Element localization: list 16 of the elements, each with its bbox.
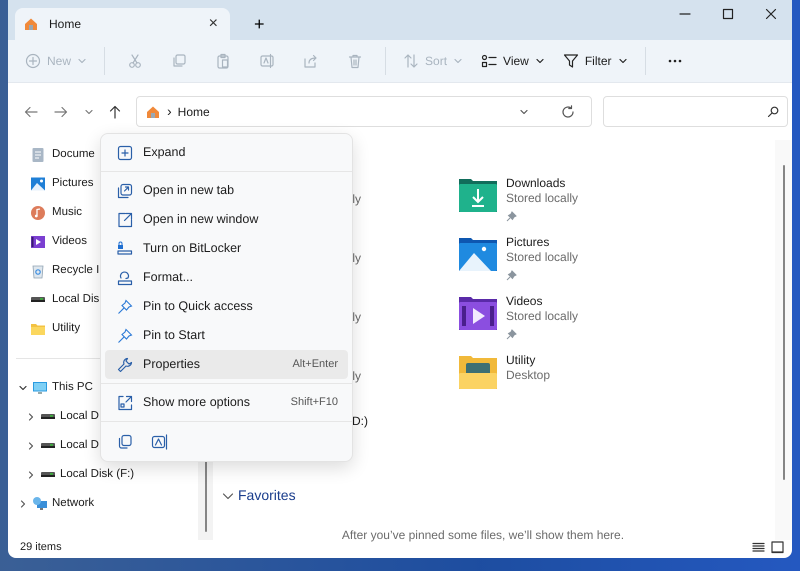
drive-name: D:) xyxy=(352,414,368,428)
item-subtitle: ly xyxy=(352,192,361,206)
folder-name: Downloads xyxy=(506,176,566,191)
folder-location: Stored locally xyxy=(506,309,578,324)
folder-name: Utility xyxy=(506,353,536,368)
item-subtitle: ly xyxy=(352,369,361,383)
folder-name: Videos xyxy=(506,294,544,309)
item-subtitle: ly xyxy=(352,251,361,265)
item-count: 29 items xyxy=(20,540,62,555)
breadcrumb-separator: › xyxy=(167,102,172,121)
item-subtitle: ly xyxy=(352,310,361,324)
folder-location: Stored locally xyxy=(506,191,578,206)
folder-location: Desktop xyxy=(506,368,550,383)
folder-location: Stored locally xyxy=(506,250,578,265)
folder-name: Pictures xyxy=(506,235,550,250)
empty-message: After you’ve pinned some files, we’ll show them here. xyxy=(342,528,624,542)
